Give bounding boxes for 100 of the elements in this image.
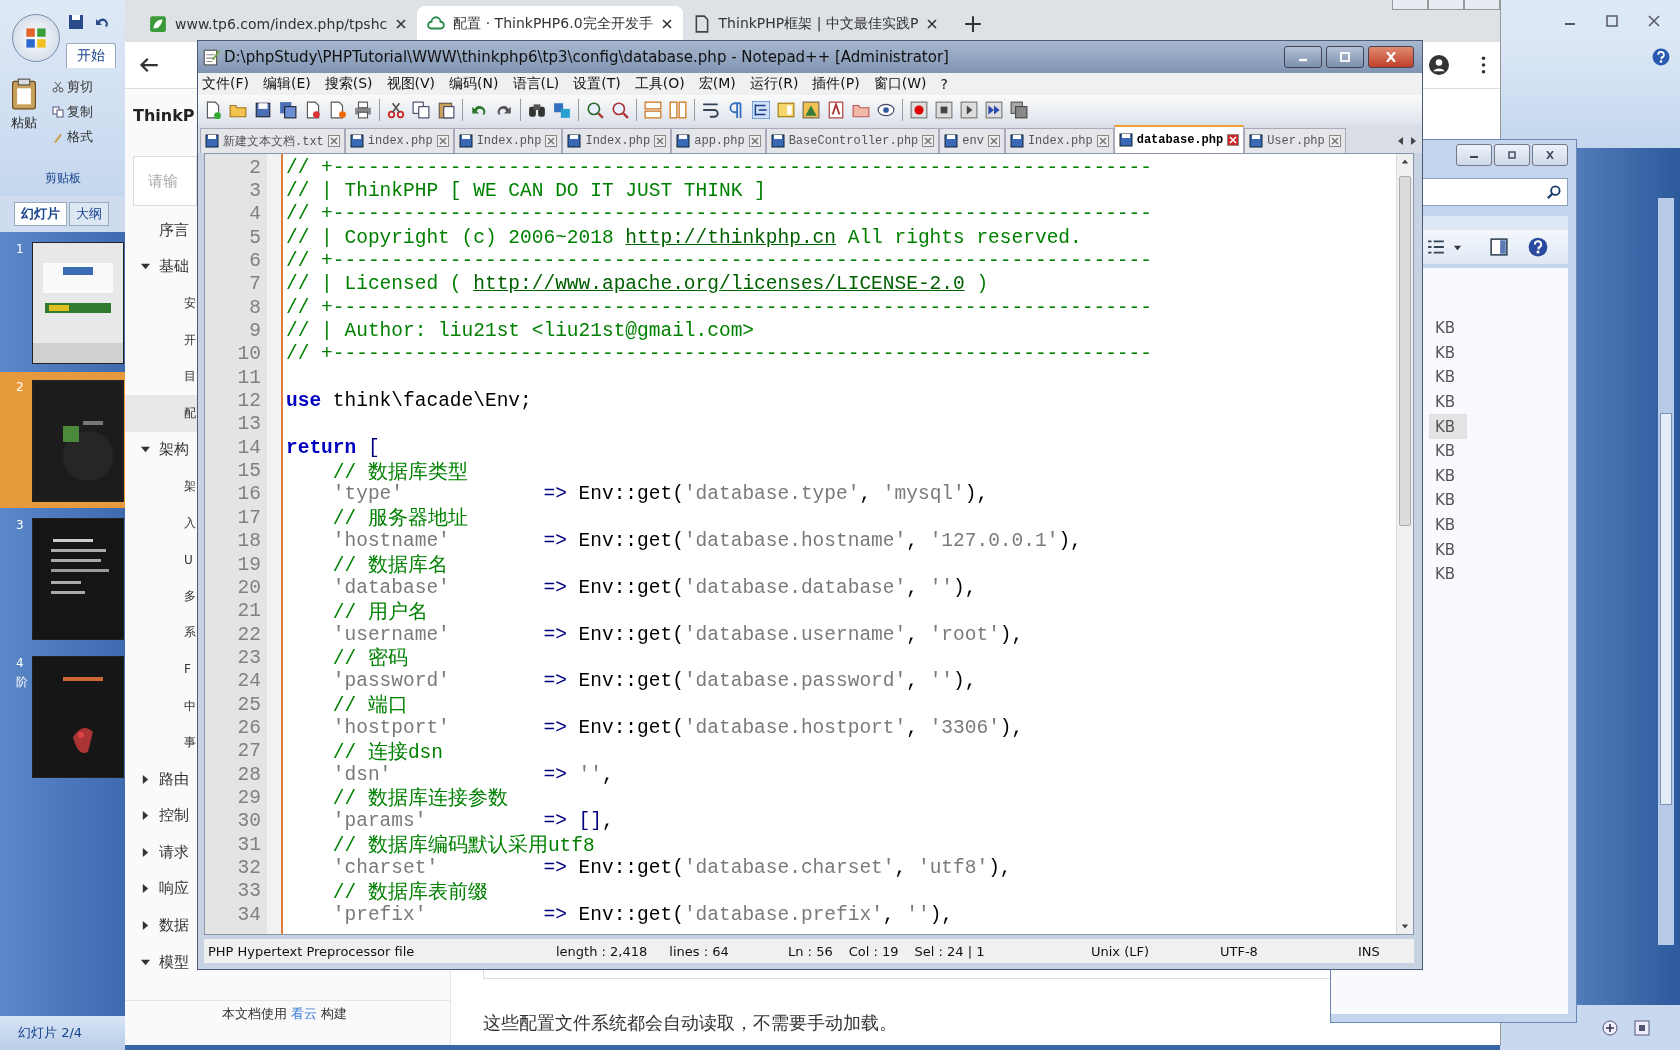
file-tab[interactable]: env [939, 128, 1005, 153]
maximize-icon[interactable] [1606, 15, 1618, 27]
wrap-icon[interactable] [702, 101, 720, 119]
scrollbar[interactable] [1658, 198, 1674, 945]
nav-item[interactable]: 序言 [125, 212, 197, 249]
file-size[interactable]: KB [1429, 512, 1467, 538]
file-tab[interactable]: User.php [1244, 128, 1346, 153]
code-link[interactable]: http://www.apache.org/licenses/LICENSE-2.0 [473, 273, 965, 296]
menu-item[interactable]: 文件(F) [202, 75, 249, 93]
search-icon[interactable] [1546, 184, 1561, 200]
cut-button[interactable]: 剪切 [67, 78, 93, 96]
clipboard-icon[interactable] [10, 78, 38, 110]
scroll-right-icon[interactable] [1408, 135, 1418, 147]
close-icon[interactable] [660, 18, 673, 30]
record-icon[interactable] [910, 101, 928, 119]
file-tab[interactable]: database.php [1113, 125, 1245, 153]
browser-tab[interactable]: 配置 · ThinkPHP6.0完全开发手 [417, 6, 683, 42]
close-icon[interactable] [395, 18, 408, 30]
close-files-icon[interactable] [329, 101, 347, 119]
file-size[interactable]: KB [1429, 438, 1467, 464]
file-size[interactable]: KB [1429, 340, 1467, 366]
nav-item[interactable]: 中 [125, 687, 197, 725]
nav-item[interactable]: 入 [125, 504, 197, 542]
caret-icon[interactable] [141, 774, 150, 784]
binoculars-icon[interactable] [528, 101, 546, 119]
file-size[interactable]: KB [1429, 537, 1467, 562]
paste-icon[interactable] [437, 101, 455, 119]
save-icon[interactable] [68, 14, 84, 30]
ribbon-tab[interactable]: 开始 [66, 43, 116, 68]
file-size[interactable]: KB [1429, 488, 1467, 513]
menu-item[interactable]: 工具(O) [634, 75, 685, 93]
minimize-button[interactable] [1456, 144, 1492, 166]
paste-button[interactable]: 粘贴 [11, 114, 37, 132]
menu-item[interactable]: 编码(N) [449, 75, 499, 93]
new-file-icon[interactable] [204, 101, 222, 119]
menu-item[interactable]: 编辑(E) [263, 75, 311, 93]
menu-item[interactable]: 宏(M) [698, 75, 736, 93]
caret-icon[interactable] [141, 811, 150, 821]
chart-icon[interactable] [802, 101, 820, 119]
nav-item[interactable]: F [125, 651, 197, 688]
caret-icon[interactable] [141, 445, 150, 455]
copy-button[interactable]: 复制 [67, 103, 93, 121]
file-tab[interactable]: app.php [671, 128, 766, 153]
scroll-up-icon[interactable] [1401, 158, 1409, 166]
macro-save-icon[interactable] [1010, 101, 1028, 119]
back-icon[interactable] [139, 55, 159, 75]
nav-item[interactable]: 架构 [125, 431, 197, 469]
scissors-icon[interactable] [387, 101, 405, 119]
fit-window-icon[interactable] [1634, 1019, 1650, 1036]
nav-item[interactable]: 模型 [125, 943, 197, 981]
panel-tab[interactable]: 大纲 [69, 202, 109, 226]
nav-item[interactable]: 开 [125, 321, 197, 359]
menu-item[interactable]: 视图(V) [386, 75, 436, 93]
file-tab[interactable]: index.php [344, 128, 454, 153]
printer-icon[interactable] [354, 101, 372, 119]
format-painter-button[interactable]: 格式 [67, 128, 93, 146]
nav-item[interactable]: 控制 [125, 797, 197, 835]
nav-item[interactable]: 事 [125, 724, 197, 761]
help-icon[interactable] [1652, 48, 1670, 66]
menu-item[interactable]: 窗口(W) [873, 75, 927, 93]
file-size[interactable]: KB [1429, 463, 1467, 489]
close-button[interactable] [1532, 144, 1568, 166]
code-link[interactable]: http://thinkphp.cn [625, 226, 836, 249]
file-tab[interactable]: Index.php [453, 128, 563, 153]
menu-item[interactable]: 设置(T) [573, 75, 621, 93]
footer-link[interactable]: 看云 [291, 1006, 318, 1021]
file-size[interactable]: KB [1429, 389, 1467, 415]
file-size[interactable]: KB [1429, 414, 1467, 439]
nav-item[interactable]: U [125, 541, 197, 578]
nav-item[interactable]: 目 [125, 358, 197, 395]
maximize-button[interactable] [1326, 46, 1364, 68]
menu-item[interactable]: 运行(R) [749, 75, 799, 93]
zoom-in-icon[interactable] [1602, 1019, 1618, 1036]
new-tab-icon[interactable] [964, 15, 983, 33]
profile-icon[interactable] [1429, 55, 1449, 75]
help-icon[interactable] [1528, 237, 1548, 257]
slide-row[interactable]: 4 阶 [0, 648, 125, 784]
caret-icon[interactable] [141, 921, 150, 931]
scroll-thumb[interactable] [1660, 413, 1672, 805]
close-button[interactable] [1368, 46, 1414, 68]
caret-icon[interactable] [141, 957, 150, 967]
nav-item[interactable]: 配 [125, 394, 197, 432]
close-icon[interactable] [926, 18, 939, 30]
zoom-in-icon[interactable] [586, 101, 604, 119]
nav-item[interactable]: 多 [125, 577, 197, 615]
stop-icon[interactable] [935, 101, 953, 119]
scroll-down-icon[interactable] [1401, 922, 1409, 930]
file-tab[interactable]: Index.php [562, 128, 672, 153]
nav-item[interactable]: 请求 [125, 834, 197, 871]
slide-row[interactable]: 1 [0, 234, 125, 370]
caret-icon[interactable] [141, 884, 150, 894]
more-icon[interactable] [1481, 56, 1486, 74]
file-tab[interactable]: BaseController.php [765, 128, 940, 153]
caret-icon[interactable] [141, 262, 150, 272]
disks-icon[interactable] [279, 101, 297, 119]
indent-guide-icon[interactable] [752, 101, 770, 119]
scroll-thumb[interactable] [1399, 176, 1411, 526]
nav-item[interactable]: 数据 [125, 907, 197, 944]
file-tab[interactable]: Index.php [1004, 128, 1114, 153]
play-icon[interactable] [960, 101, 978, 119]
